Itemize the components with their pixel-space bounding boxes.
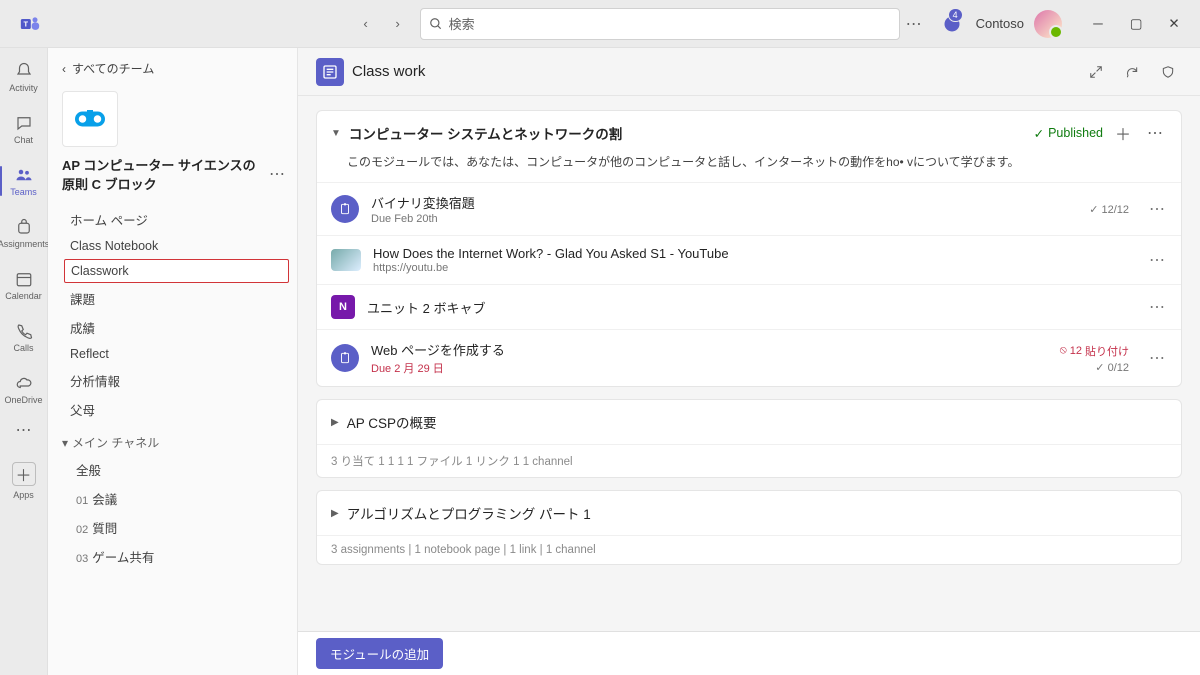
titlebar: T ‹ › 検索 ⋯ 4 Contoso ─ ▢ ✕ <box>0 0 1200 48</box>
subch-questions[interactable]: 02質問 <box>48 513 297 542</box>
item-more-icon[interactable]: ⋯ <box>1147 199 1167 219</box>
subch-general[interactable]: 全般 <box>48 455 297 484</box>
module-card: ▶ アルゴリズムとプログラミング パート 1 3 assignments | 1… <box>316 490 1182 565</box>
chevron-left-icon: ‹ <box>62 62 66 76</box>
module-description: このモジュールでは、あなたは、コンピュータが他のコンピュータと話し、インターネッ… <box>317 149 1181 182</box>
ch-classnotebook[interactable]: Class Notebook <box>48 234 297 258</box>
ch-parents[interactable]: 父母 <box>48 395 297 424</box>
svg-text:T: T <box>24 19 29 28</box>
assignment-icon <box>331 195 359 223</box>
subch-meetings[interactable]: 01会議 <box>48 484 297 513</box>
module-header-collapsed[interactable]: ▶ AP CSPの概要 <box>317 400 1181 444</box>
video-thumbnail-icon <box>331 249 361 271</box>
item-status: ⦸12 貼り付け ✓ 0/12 <box>1060 343 1129 374</box>
ch-grades[interactable]: 成績 <box>48 313 297 342</box>
module-footer: 3 assignments | 1 notebook page | 1 link… <box>317 535 1181 564</box>
clock-icon: ⦸ <box>1060 344 1067 357</box>
module-item[interactable]: N ユニット 2 ボキャブ ⋯ <box>317 284 1181 329</box>
module-card: ▼ コンピューター システムとネットワークの割 ✓ Published ＋ ⋯ … <box>316 110 1182 387</box>
calendar-icon <box>14 269 34 289</box>
history-nav: ‹ › <box>352 10 412 38</box>
main-area: Class work ▼ コンピューター システムとネットワークの割 ✓ Pub… <box>298 48 1200 675</box>
module-header-collapsed[interactable]: ▶ アルゴリズムとプログラミング パート 1 <box>317 491 1181 535</box>
rail-onedrive[interactable]: OneDrive <box>0 364 48 414</box>
ch-assignments[interactable]: 課題 <box>48 284 297 313</box>
bottom-bar: モジュールの追加 <box>298 631 1200 675</box>
teams-logo-icon: T <box>16 10 44 38</box>
module-title: コンピューター システムとネットワークの割 <box>349 123 1026 143</box>
channel-list: ホーム ページ Class Notebook Classwork 課題 成績 R… <box>48 205 297 424</box>
chevron-down-icon: ▾ <box>62 436 68 450</box>
ch-classwork[interactable]: Classwork <box>64 259 289 283</box>
people-icon <box>14 165 34 185</box>
rail-activity[interactable]: Activity <box>0 52 48 102</box>
module-footer: 3 り当て 1 1 1 1 ファイル 1 リンク 1 1 channel <box>317 444 1181 477</box>
ch-homepage[interactable]: ホーム ページ <box>48 205 297 234</box>
back-all-teams[interactable]: ‹ すべてのチーム <box>48 56 297 81</box>
caret-down-icon[interactable]: ▼ <box>331 128 341 139</box>
item-more-icon[interactable]: ⋯ <box>1147 297 1167 317</box>
item-status: ✓ 12/12 <box>1089 203 1129 216</box>
minimize-button[interactable]: ─ <box>1080 8 1116 40</box>
item-more-icon[interactable]: ⋯ <box>1147 348 1167 368</box>
plus-icon: ＋ <box>15 462 31 486</box>
module-card: ▶ AP CSPの概要 3 り当て 1 1 1 1 ファイル 1 リンク 1 1… <box>316 399 1182 478</box>
search-input[interactable]: 検索 <box>420 8 900 40</box>
rail-apps[interactable]: ＋ <box>12 462 36 486</box>
team-more-icon[interactable]: ⋯ <box>267 162 287 186</box>
modules-content: ▼ コンピューター システムとネットワークの割 ✓ Published ＋ ⋯ … <box>298 96 1200 675</box>
phone-icon <box>14 321 34 341</box>
rail-teams[interactable]: Teams <box>0 156 48 206</box>
channel-panel: ‹ すべてのチーム AP コンピューター サイエンスの原則 C ブロック ⋯ ホ… <box>48 48 298 675</box>
assignment-icon <box>331 344 359 372</box>
add-item-icon[interactable]: ＋ <box>1111 121 1135 145</box>
subch-gameshare[interactable]: 03ゲーム共有 <box>48 542 297 571</box>
expand-icon[interactable] <box>1082 58 1110 86</box>
left-rail: Activity Chat Teams Assignments Calendar… <box>0 48 48 675</box>
more-icon[interactable]: ⋯ <box>900 10 928 38</box>
onenote-icon: N <box>331 295 355 319</box>
avatar[interactable] <box>1034 10 1062 38</box>
module-item[interactable]: バイナリ変換宿題 Due Feb 20th ✓ 12/12 ⋯ <box>317 182 1181 235</box>
rail-calls[interactable]: Calls <box>0 312 48 362</box>
maximize-button[interactable]: ▢ <box>1118 8 1154 40</box>
tab-title: Class work <box>352 63 425 80</box>
apps-label: Apps <box>13 490 34 500</box>
shield-icon[interactable] <box>1154 58 1182 86</box>
back-button[interactable]: ‹ <box>352 10 380 38</box>
add-module-button[interactable]: モジュールの追加 <box>316 638 443 669</box>
caret-right-icon: ▶ <box>331 508 339 519</box>
forward-button[interactable]: › <box>384 10 412 38</box>
bell-icon <box>14 61 34 81</box>
window-controls: ─ ▢ ✕ <box>1080 8 1192 40</box>
module-item[interactable]: Web ページを作成する Due 2 月 29 日 ⦸12 貼り付け ✓ 0/1… <box>317 329 1181 386</box>
rail-assignments[interactable]: Assignments <box>0 208 48 258</box>
rail-more-icon[interactable]: ⋯ <box>16 420 32 440</box>
caret-right-icon: ▶ <box>331 417 339 428</box>
search-icon <box>429 17 443 31</box>
module-item[interactable]: How Does the Internet Work? - Glad You A… <box>317 235 1181 284</box>
module-more-icon[interactable]: ⋯ <box>1143 123 1167 143</box>
rail-chat[interactable]: Chat <box>0 104 48 154</box>
backpack-icon <box>14 217 34 237</box>
main-channel-section[interactable]: ▾ メイン チャネル <box>48 424 297 455</box>
notifications-icon[interactable]: 4 <box>938 10 966 38</box>
close-button[interactable]: ✕ <box>1156 8 1192 40</box>
team-avatar[interactable] <box>62 91 118 147</box>
ch-reflect[interactable]: Reflect <box>48 342 297 366</box>
ch-insights[interactable]: 分析情報 <box>48 366 297 395</box>
chat-icon <box>14 113 34 133</box>
check-icon: ✓ <box>1034 126 1044 141</box>
refresh-icon[interactable] <box>1118 58 1146 86</box>
cloud-icon <box>14 373 34 393</box>
team-name: AP コンピューター サイエンスの原則 C ブロック <box>62 155 263 193</box>
org-name: Contoso <box>976 16 1024 31</box>
published-status: ✓ Published <box>1034 126 1103 141</box>
classwork-app-icon <box>316 58 344 86</box>
tab-header: Class work <box>298 48 1200 96</box>
item-more-icon[interactable]: ⋯ <box>1147 250 1167 270</box>
rail-calendar[interactable]: Calendar <box>0 260 48 310</box>
notification-badge: 4 <box>948 8 963 22</box>
search-placeholder: 検索 <box>449 14 475 33</box>
